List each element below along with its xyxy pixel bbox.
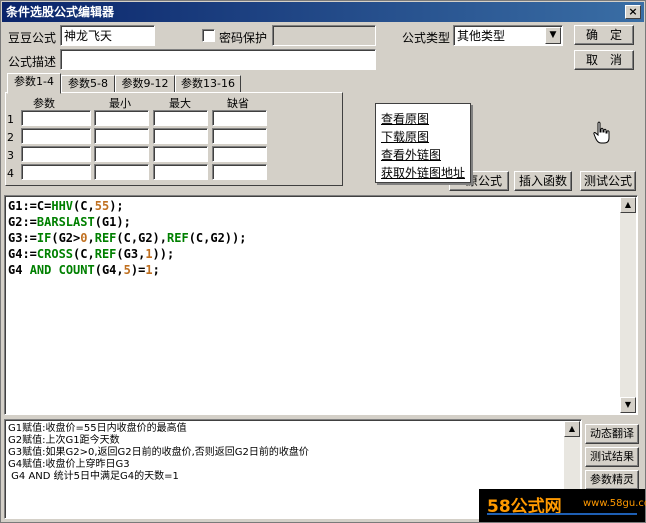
test-formula-button[interactable]: 测试公式 [580, 171, 636, 191]
param-max-cell[interactable] [153, 164, 208, 180]
menu-item-view-original[interactable]: 查看原图 [381, 110, 429, 127]
row-number: 4 [7, 167, 14, 180]
scroll-up-icon[interactable]: ▲ [564, 421, 580, 437]
param-default-cell[interactable] [212, 110, 267, 126]
test-result-button[interactable]: 测试结果 [585, 447, 639, 467]
menu-item-download-original[interactable]: 下载原图 [381, 128, 429, 145]
brand-underline [487, 513, 637, 515]
code-line-2: G2:=BARSLAST(G1); [8, 215, 131, 229]
formula-editor-window: 条件选股公式编辑器 × 豆豆公式 神龙飞天 密码保护 公式类型 其他类型 ▼ 确… [0, 0, 646, 523]
editor-scrollbar[interactable]: ▲ ▼ [620, 197, 636, 413]
title-bar[interactable]: 条件选股公式编辑器 × [2, 2, 644, 22]
note-line: G3赋值:如果G2>0,返回G2日前的收盘价,否则返回G2日前的收盘价 [8, 447, 309, 458]
param-name-cell[interactable] [21, 146, 91, 162]
chevron-down-icon[interactable]: ▼ [545, 27, 561, 44]
scroll-down-icon[interactable]: ▼ [620, 397, 636, 413]
note-line: G4赋值:收盘价上穿昨日G3 [8, 459, 130, 470]
password-input[interactable] [272, 25, 376, 46]
code-line-3: G3:=IF(G2>0,REF(C,G2),REF(C,G2)); [8, 231, 247, 245]
cancel-button[interactable]: 取 消 [574, 50, 634, 70]
menu-item-get-external-url[interactable]: 获取外链图地址 [381, 164, 465, 181]
name-label: 豆豆公式 [8, 31, 57, 45]
row-number: 2 [7, 131, 14, 144]
window-title: 条件选股公式编辑器 [6, 5, 115, 19]
code-line-5: G4 AND COUNT(G4,5)=1; [8, 263, 160, 277]
site-watermark: 58公式网 www.58gu.com [479, 489, 646, 522]
type-label: 公式类型 [402, 31, 451, 45]
param-name-cell[interactable] [21, 110, 91, 126]
col-header-param: 参数 [33, 97, 55, 110]
formula-type-value: 其他类型 [457, 29, 506, 43]
col-header-min: 最小 [109, 97, 131, 110]
param-default-cell[interactable] [212, 164, 267, 180]
param-min-cell[interactable] [94, 164, 149, 180]
param-name-cell[interactable] [21, 128, 91, 144]
notes-text: G1赋值:收盘价=55日内收盘价的最高值 G2赋值:上次G1距今天数 G3赋值:… [8, 423, 309, 483]
dynamic-translate-button[interactable]: 动态翻译 [585, 424, 639, 444]
tab-params-1-4[interactable]: 参数1-4 [7, 73, 61, 94]
code-line-4: G4:=CROSS(C,REF(G3,1)); [8, 247, 175, 261]
param-min-cell[interactable] [94, 110, 149, 126]
param-min-cell[interactable] [94, 146, 149, 162]
formula-type-select[interactable]: 其他类型 ▼ [453, 25, 563, 46]
param-default-cell[interactable] [212, 128, 267, 144]
param-max-cell[interactable] [153, 110, 208, 126]
insert-function-button[interactable]: 插入函数 [514, 171, 572, 191]
menu-item-view-external[interactable]: 查看外链图 [381, 146, 441, 163]
param-max-cell[interactable] [153, 128, 208, 144]
param-name-cell[interactable] [21, 164, 91, 180]
formula-description-input[interactable] [60, 49, 376, 70]
code-text: G1:=C=HHV(C,55); G2:=BARSLAST(G1); G3:=I… [8, 198, 246, 278]
context-menu: 查看原图 下载原图 查看外链图 获取外链图地址 [375, 103, 471, 183]
col-header-max: 最大 [169, 97, 191, 110]
description-label: 公式描述 [8, 55, 57, 69]
tab-params-5-8[interactable]: 参数5-8 [61, 75, 115, 93]
password-label: 密码保护 [219, 31, 268, 45]
row-number: 1 [7, 113, 14, 126]
param-min-cell[interactable] [94, 128, 149, 144]
tab-params-9-12[interactable]: 参数9-12 [115, 75, 175, 93]
ok-button[interactable]: 确 定 [574, 25, 634, 45]
param-wizard-button[interactable]: 参数精灵 [585, 470, 639, 490]
row-number: 3 [7, 149, 14, 162]
brand-url: www.58gu.com [583, 498, 646, 509]
param-default-cell[interactable] [212, 146, 267, 162]
note-line: G2赋值:上次G1距今天数 [8, 435, 120, 446]
tab-params-13-16[interactable]: 参数13-16 [175, 75, 241, 93]
param-max-cell[interactable] [153, 146, 208, 162]
close-button[interactable]: × [625, 5, 641, 19]
params-panel: 参数 最小 最大 缺省 1 2 3 4 [5, 92, 343, 186]
scroll-up-icon[interactable]: ▲ [620, 197, 636, 213]
formula-name-input[interactable]: 神龙飞天 [60, 25, 155, 46]
note-line: G1赋值:收盘价=55日内收盘价的最高值 [8, 423, 187, 434]
formula-code-editor[interactable]: G1:=C=HHV(C,55); G2:=BARSLAST(G1); G3:=I… [4, 195, 638, 415]
password-checkbox[interactable] [202, 29, 215, 42]
note-line: G4 AND 统计5日中满足G4的天数=1 [8, 471, 179, 482]
hand-cursor-icon [593, 121, 610, 144]
col-header-default: 缺省 [227, 97, 249, 110]
code-line-1: G1:=C=HHV(C,55); [8, 199, 124, 213]
